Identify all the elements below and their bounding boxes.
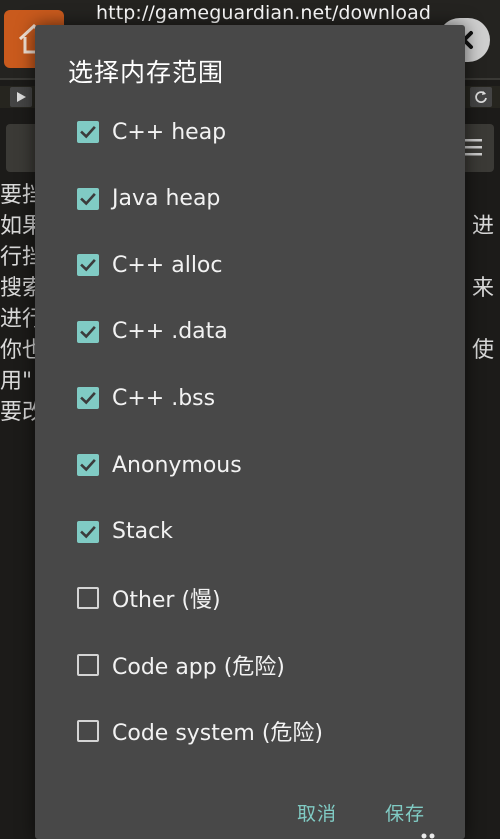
corner-dots-icon bbox=[421, 833, 435, 839]
memory-range-option[interactable]: C++ alloc bbox=[77, 245, 437, 285]
checkbox-checked-icon[interactable] bbox=[77, 121, 99, 143]
download-url: http://gameguardian.net/download bbox=[96, 2, 432, 24]
option-label: Java heap bbox=[112, 186, 221, 212]
option-label: C++ .bss bbox=[112, 385, 216, 411]
checkbox-unchecked-icon[interactable] bbox=[77, 720, 99, 743]
option-label: Anonymous bbox=[112, 452, 242, 478]
checkbox-checked-icon[interactable] bbox=[77, 387, 99, 410]
memory-range-option[interactable]: Stack bbox=[77, 512, 437, 552]
save-button[interactable]: 保存 bbox=[385, 799, 425, 826]
memory-range-dialog: 选择内存范围 C++ heap Java heap C++ alloc C++ .da… bbox=[35, 25, 465, 839]
checkbox-checked-icon[interactable] bbox=[77, 320, 99, 343]
refresh-button[interactable] bbox=[470, 87, 492, 107]
memory-range-option[interactable]: Other (慢) bbox=[77, 578, 437, 618]
play-button[interactable] bbox=[10, 87, 32, 107]
memory-range-option[interactable]: C++ .data bbox=[77, 312, 437, 352]
checkbox-checked-icon[interactable] bbox=[77, 520, 99, 543]
checkbox-checked-icon[interactable] bbox=[77, 187, 99, 210]
dialog-title: 选择内存范围 bbox=[68, 58, 225, 87]
option-label: Other (慢) bbox=[112, 588, 221, 614]
checkbox-checked-icon[interactable] bbox=[77, 254, 99, 277]
help-line-left: 用" bbox=[0, 369, 33, 394]
option-label: Stack bbox=[112, 519, 173, 545]
checkbox-checked-icon[interactable] bbox=[77, 454, 99, 476]
help-line-right: 来 bbox=[471, 276, 494, 301]
memory-range-option[interactable]: C++ .bss bbox=[77, 378, 437, 418]
refresh-icon bbox=[475, 91, 487, 103]
option-label: Code app (危险) bbox=[112, 654, 285, 680]
option-label: C++ alloc bbox=[112, 252, 223, 278]
memory-range-option[interactable]: Anonymous bbox=[77, 445, 437, 485]
memory-range-option[interactable]: Code system (危险) bbox=[77, 711, 437, 751]
help-line-right: 使 bbox=[471, 338, 494, 363]
memory-range-option[interactable]: C++ heap bbox=[77, 112, 437, 152]
checkbox-unchecked-icon[interactable] bbox=[77, 587, 99, 610]
option-label: C++ .data bbox=[112, 319, 228, 345]
dialog-actions: 取消 保存 bbox=[35, 787, 465, 839]
option-label: C++ heap bbox=[112, 119, 227, 145]
checkbox-unchecked-icon[interactable] bbox=[77, 653, 99, 676]
memory-range-option[interactable]: Java heap bbox=[77, 179, 437, 219]
memory-range-option[interactable]: Code app (危险) bbox=[77, 645, 437, 685]
play-icon bbox=[17, 92, 26, 102]
option-label: Code system (危险) bbox=[112, 721, 324, 747]
cancel-button[interactable]: 取消 bbox=[297, 799, 337, 826]
